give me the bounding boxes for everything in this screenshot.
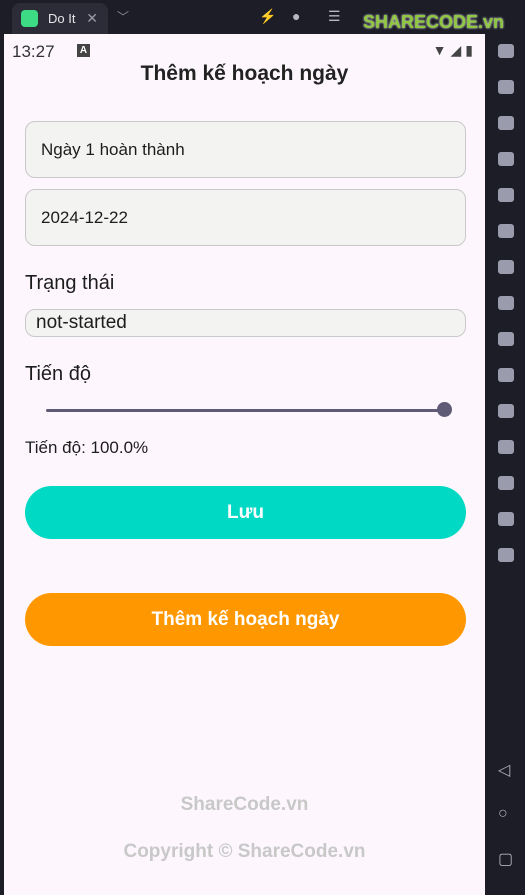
add-plan-button[interactable]: Thêm kế hoạch ngày — [25, 593, 466, 646]
volume-up-icon[interactable] — [498, 116, 514, 130]
watermark: ShareCode.vn — [180, 794, 309, 815]
progress-label: Tiến độ — [25, 363, 91, 385]
record-icon[interactable] — [498, 224, 514, 238]
settings-icon[interactable] — [498, 44, 514, 58]
app-tab[interactable]: Do It ✕ — [12, 3, 108, 34]
resize-icon[interactable] — [498, 548, 514, 562]
status-dropdown[interactable]: not-started — [25, 309, 466, 337]
phone-screen: 13:27 A ▼◢▮ Thêm kế hoạch ngày Ngày 1 ho… — [4, 34, 485, 895]
rotate-icon[interactable] — [498, 440, 514, 454]
android-icon — [21, 10, 38, 27]
brand-logo: SHARECODE.vn — [363, 12, 505, 32]
emulator-sidebar: ◁ ○ ▢ — [487, 34, 525, 895]
account-icon[interactable]: ● — [292, 8, 300, 24]
bolt-icon[interactable]: ⚡ — [259, 8, 276, 25]
screenshot-icon[interactable] — [498, 188, 514, 202]
date-input[interactable]: 2024-12-22 — [25, 189, 466, 246]
cut-icon[interactable] — [498, 332, 514, 346]
page-title: Thêm kế hoạch ngày — [140, 62, 349, 85]
back-icon[interactable]: ◁ — [498, 760, 510, 780]
menu-icon[interactable]: ☰ — [328, 8, 341, 25]
title-bar: Do It ✕ ﹀ ⚡ ● ☰ SHARECODE.vn — [0, 0, 525, 34]
install-apk-icon[interactable] — [498, 296, 514, 310]
title-input[interactable]: Ngày 1 hoàn thành — [25, 121, 466, 178]
volume-down-icon[interactable] — [498, 152, 514, 166]
keyboard-icon[interactable] — [498, 80, 514, 94]
close-tab-icon[interactable]: ✕ — [86, 10, 98, 27]
folder-icon[interactable] — [498, 476, 514, 490]
tab-title: Do It — [48, 11, 76, 26]
progress-slider-track[interactable] — [46, 409, 444, 412]
progress-slider-thumb[interactable] — [437, 402, 452, 417]
location-icon[interactable] — [498, 512, 514, 526]
chevron-down-icon[interactable]: ﹀ — [117, 8, 129, 25]
status-icons: ▼◢▮ — [432, 42, 477, 58]
video-icon[interactable] — [498, 368, 514, 382]
status-label: Trạng thái — [25, 272, 115, 294]
recents-icon[interactable]: ▢ — [498, 849, 513, 869]
save-button[interactable]: Lưu — [25, 486, 466, 539]
home-icon[interactable]: ○ — [498, 805, 508, 823]
copyright: Copyright © ShareCode.vn — [123, 841, 366, 862]
multi-instance-icon[interactable] — [498, 260, 514, 274]
sync-icon[interactable] — [498, 404, 514, 418]
status-time: 13:27 — [12, 42, 55, 61]
notification-icon: A — [77, 44, 90, 57]
progress-text: Tiến độ: 100.0% — [25, 438, 149, 457]
